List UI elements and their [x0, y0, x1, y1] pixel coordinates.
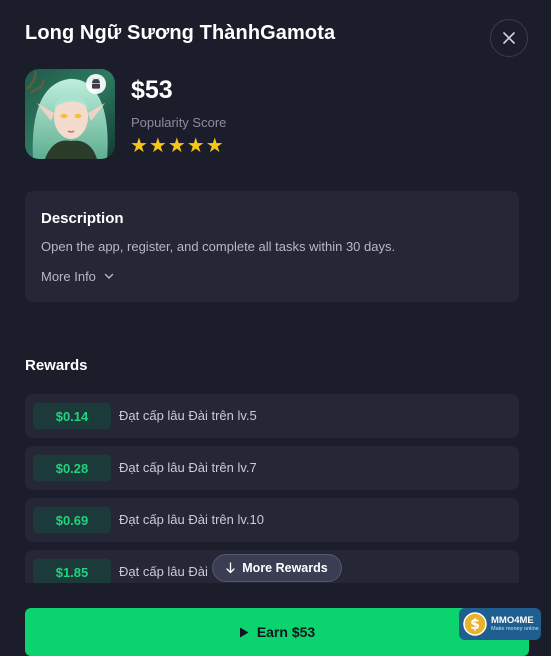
app-price: $53	[131, 76, 173, 104]
reward-amount: $0.28	[33, 455, 111, 481]
reward-task: Đạt cấp lâu Đài	[119, 564, 208, 579]
close-button[interactable]	[490, 19, 528, 57]
description-heading: Description	[41, 210, 124, 227]
watermark-logo: $ MMO4ME Make money online	[459, 608, 541, 640]
reward-task: Đạt cấp lâu Đài trên lv.10	[119, 512, 264, 527]
play-icon	[239, 627, 249, 637]
earn-button-label: Earn $53	[256, 624, 316, 640]
reward-task: Đạt cấp lâu Đài trên lv.7	[119, 460, 257, 475]
watermark-name: MMO4ME	[491, 615, 534, 626]
reward-amount: $0.14	[33, 403, 111, 429]
rewards-heading: Rewards	[25, 357, 88, 374]
android-icon	[86, 74, 106, 94]
reward-amount: $0.69	[33, 507, 111, 533]
earn-button[interactable]: Earn $53	[25, 608, 529, 656]
more-info-label: More Info	[41, 269, 96, 284]
description-text: Open the app, register, and complete all…	[41, 239, 396, 254]
reward-row: $0.69 Đạt cấp lâu Đài trên lv.10	[25, 498, 519, 542]
close-icon	[503, 32, 515, 44]
reward-row: $0.14 Đạt cấp lâu Đài trên lv.5	[25, 394, 519, 438]
reward-task: Đạt cấp lâu Đài trên lv.5	[119, 408, 257, 423]
svg-text:$: $	[470, 617, 480, 633]
more-info-toggle[interactable]: More Info	[41, 269, 114, 284]
chevron-down-icon	[104, 273, 114, 279]
popularity-label: Popularity Score	[131, 115, 227, 130]
page-title: Long Ngữ Sương ThànhGamota	[25, 22, 336, 44]
star-rating: ★★★★★	[130, 135, 225, 157]
reward-row: $0.28 Đạt cấp lâu Đài trên lv.7	[25, 446, 519, 490]
dollar-coin-icon: $	[463, 612, 487, 636]
reward-amount: $1.85	[33, 559, 111, 583]
arrow-down-icon	[226, 562, 235, 574]
more-rewards-button[interactable]: More Rewards	[212, 554, 342, 582]
watermark-tagline: Make money online	[491, 626, 539, 632]
more-rewards-label: More Rewards	[242, 561, 328, 575]
description-card: Description Open the app, register, and …	[25, 191, 519, 302]
